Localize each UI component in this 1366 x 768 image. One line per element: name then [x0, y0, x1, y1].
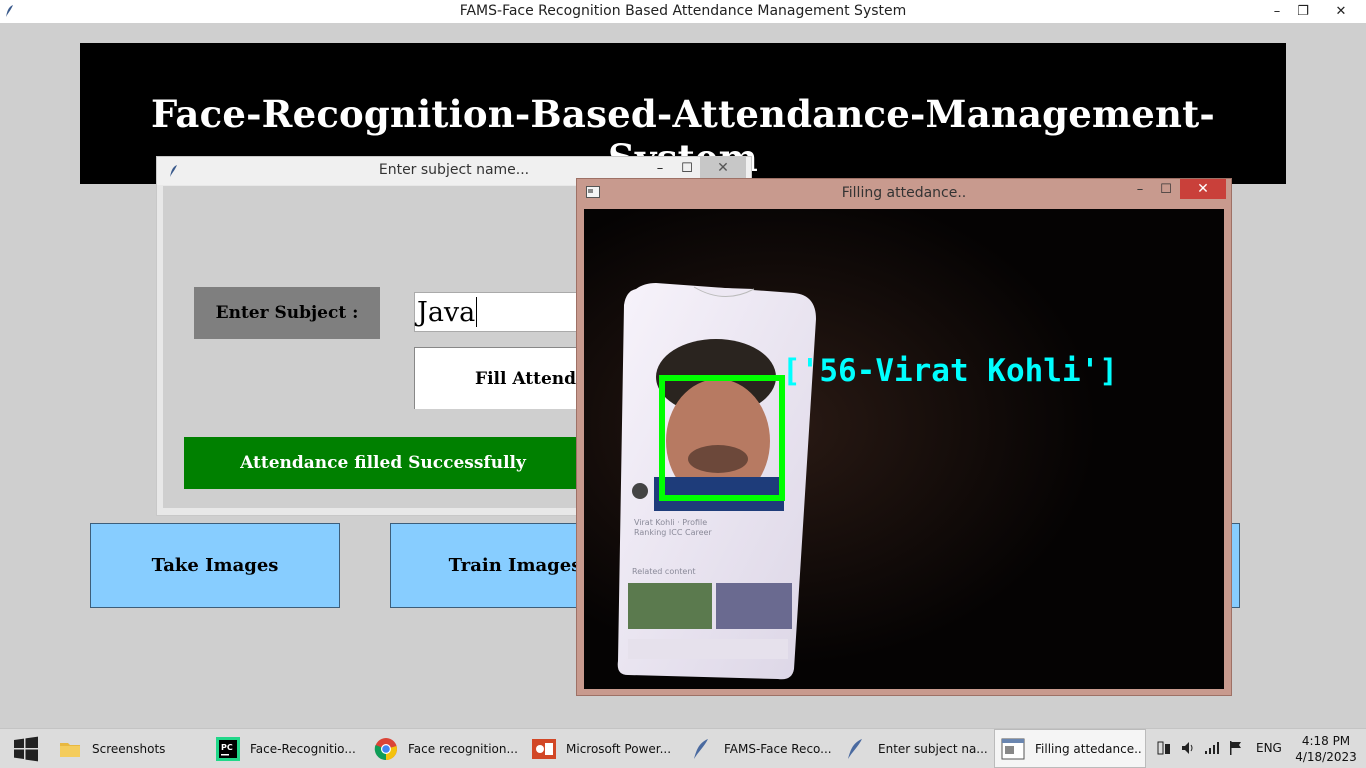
enter-subject-label: Enter Subject :: [194, 287, 380, 339]
phone-text-line1: Virat Kohli · Profile: [634, 518, 707, 527]
feather-icon: [848, 738, 862, 759]
clock-date: 4/18/2023: [1295, 750, 1357, 764]
take-images-button[interactable]: Take Images: [90, 523, 340, 608]
folder-icon: [60, 742, 80, 757]
camera-frame: Virat Kohli · Profile Ranking ICC Career…: [584, 209, 1224, 689]
start-button[interactable]: [0, 729, 52, 768]
subject-input[interactable]: Java: [414, 292, 584, 332]
taskbar-item-powerpoint[interactable]: Microsoft Power...: [526, 729, 680, 768]
subject-input-value: Java: [417, 296, 476, 328]
network-icon[interactable]: [1204, 740, 1220, 756]
svg-text:PC: PC: [221, 743, 233, 752]
windows-icon: [14, 736, 38, 761]
taskbar-item-fams[interactable]: FAMS-Face Reco...: [684, 729, 834, 768]
device-icon[interactable]: [1156, 740, 1172, 756]
taskbar-item-label: Face recognition...: [408, 741, 518, 756]
taskbar-item-subject-dialog[interactable]: Enter subject na...: [838, 729, 990, 768]
action-center-flag-icon[interactable]: [1228, 740, 1244, 756]
taskbar-item-label: Filling attedance..: [1035, 741, 1142, 756]
language-indicator[interactable]: ENG: [1256, 741, 1282, 755]
taskbar-item-filling-attendance[interactable]: Filling attedance..: [994, 729, 1146, 768]
window-icon: [1001, 738, 1025, 759]
fill-attendance-button[interactable]: Fill Attenda: [414, 347, 584, 409]
taskbar-item-chrome[interactable]: Face recognition...: [368, 729, 522, 768]
close-button[interactable]: ✕: [1318, 0, 1364, 23]
pycharm-icon: PC: [216, 736, 240, 761]
attendance-close-button[interactable]: ✕: [1180, 179, 1226, 199]
text-caret: [476, 297, 478, 327]
camera-feed: Virat Kohli · Profile Ranking ICC Career…: [584, 209, 1224, 689]
taskbar-item-pycharm[interactable]: PC Face-Recognitio...: [210, 729, 364, 768]
success-message: Attendance filled Successfully: [184, 437, 584, 489]
phone-text-line2: Ranking ICC Career: [634, 528, 712, 537]
volume-icon[interactable]: [1180, 740, 1196, 756]
dialog-close-button[interactable]: ✕: [700, 157, 746, 179]
taskbar-item-label: FAMS-Face Reco...: [724, 741, 832, 756]
clock-time: 4:18 PM: [1301, 734, 1351, 748]
recognized-name-label: ['56-Virat Kohli']: [782, 353, 1118, 389]
phone-image: Virat Kohli · Profile Ranking ICC Career…: [617, 283, 816, 680]
window-title: FAMS-Face Recognition Based Attendance M…: [459, 3, 907, 19]
taskbar-item-screenshots[interactable]: Screenshots: [52, 729, 206, 768]
taskbar-item-label: Microsoft Power...: [566, 741, 672, 756]
taskbar-item-label: Face-Recognitio...: [250, 741, 356, 756]
phone-text-related: Related content: [632, 567, 696, 576]
taskbar-clock[interactable]: 4:18 PM 4/18/2023: [1290, 733, 1362, 765]
powerpoint-icon: [532, 738, 556, 759]
feather-icon: [694, 738, 708, 759]
chrome-icon: [374, 737, 397, 760]
taskbar-item-label: Enter subject na...: [878, 741, 988, 756]
taskbar-item-label: Screenshots: [92, 741, 166, 756]
